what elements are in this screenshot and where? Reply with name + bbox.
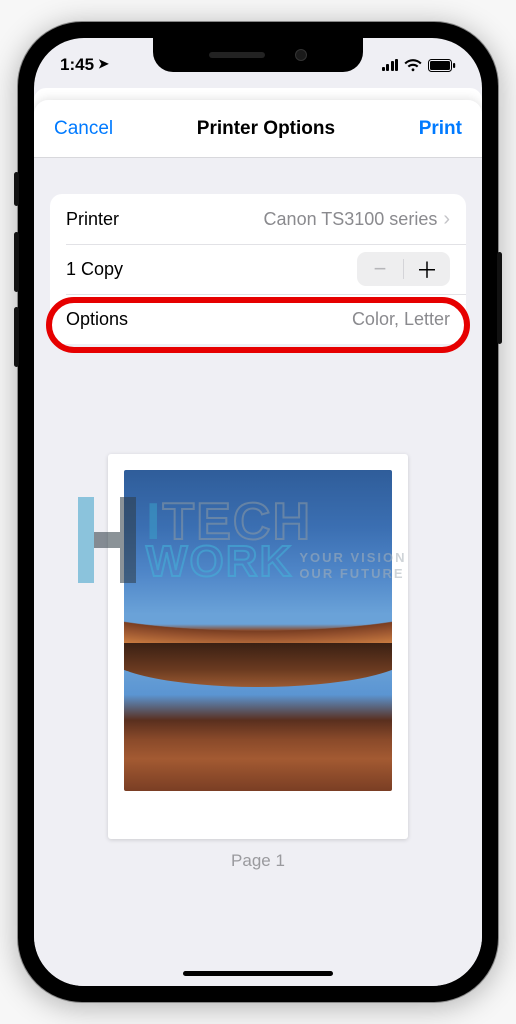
options-value: Color, Letter (352, 309, 450, 330)
home-indicator[interactable] (183, 971, 333, 976)
front-camera (295, 49, 307, 61)
device-frame: 1:45 ➤ (18, 22, 498, 1002)
content-area[interactable]: Printer Canon TS3100 series › 1 Copy − ＋ (34, 158, 482, 986)
preview-page-1[interactable] (108, 454, 408, 839)
preview-photo (124, 470, 392, 791)
mute-switch (14, 172, 19, 206)
copies-increment-button[interactable]: ＋ (404, 252, 450, 286)
chevron-right-icon: › (443, 208, 450, 231)
options-label: Options (66, 309, 128, 330)
location-services-icon: ➤ (98, 56, 109, 72)
nav-bar: Cancel Printer Options Print (34, 100, 482, 158)
preview-area: Page 1 (34, 454, 482, 871)
page-title: Printer Options (197, 118, 335, 140)
cellular-signal-icon (382, 59, 399, 71)
print-button[interactable]: Print (419, 118, 462, 140)
notch (153, 38, 363, 72)
power-button (497, 252, 502, 344)
printer-label: Printer (66, 209, 119, 230)
status-right (382, 53, 457, 72)
volume-up-button (14, 232, 19, 292)
preview-caption: Page 1 (231, 851, 285, 871)
copies-stepper: − ＋ (357, 252, 450, 286)
status-time: 1:45 (60, 55, 94, 75)
copies-row: 1 Copy − ＋ (50, 244, 466, 294)
printer-row[interactable]: Printer Canon TS3100 series › (50, 194, 466, 244)
wifi-icon (404, 59, 422, 72)
printer-options-sheet: Cancel Printer Options Print Printer Can… (34, 100, 482, 986)
speaker-grille (209, 52, 265, 58)
status-left: 1:45 ➤ (60, 49, 109, 75)
cancel-button[interactable]: Cancel (54, 118, 113, 140)
battery-icon (428, 59, 456, 72)
copies-label: 1 Copy (66, 259, 123, 280)
options-row[interactable]: Options Color, Letter (50, 294, 466, 344)
screen: 1:45 ➤ (34, 38, 482, 986)
settings-group: Printer Canon TS3100 series › 1 Copy − ＋ (50, 194, 466, 344)
volume-down-button (14, 307, 19, 367)
printer-value: Canon TS3100 series (264, 209, 438, 230)
copies-decrement-button[interactable]: − (357, 252, 403, 286)
